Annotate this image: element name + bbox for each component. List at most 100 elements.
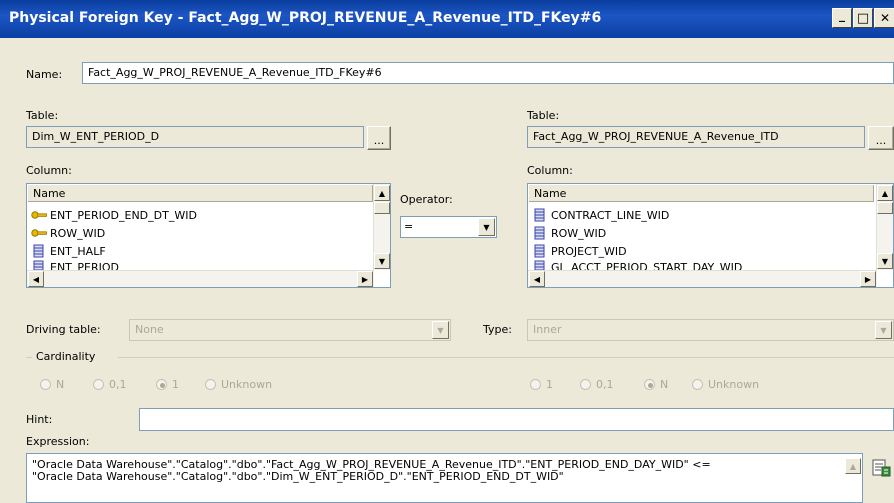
- hint-label: Hint:: [26, 413, 53, 426]
- driving-table-label: Driving table:: [26, 323, 101, 336]
- key-icon: [31, 226, 47, 240]
- key-icon: [31, 208, 47, 222]
- scroll-right-button[interactable]: ▶: [860, 271, 876, 287]
- close-button[interactable]: ✕: [874, 8, 894, 28]
- left-table-field: Dim_W_ENT_PERIOD_D: [26, 126, 364, 148]
- right-cardinality-1-radio: 1: [530, 378, 553, 391]
- name-input[interactable]: Fact_Agg_W_PROJ_REVENUE_A_Revenue_ITD_FK…: [82, 62, 894, 84]
- radio-selected-icon: [644, 379, 655, 390]
- chevron-down-icon[interactable]: ▼: [478, 218, 495, 236]
- close-icon: ✕: [879, 11, 891, 25]
- expression-builder-button[interactable]: [867, 453, 894, 480]
- scroll-up-button[interactable]: ▲: [374, 185, 390, 201]
- scroll-thumb[interactable]: [877, 202, 893, 214]
- operator-label: Operator:: [400, 193, 453, 206]
- left-horizontal-scrollbar[interactable]: ◀ ▶: [27, 270, 374, 287]
- left-browse-label: ...: [373, 133, 385, 147]
- right-header-name: Name: [534, 187, 567, 200]
- left-cardinality-01-radio: 0,1: [93, 378, 127, 391]
- list-item[interactable]: CONTRACT_LINE_WID: [532, 206, 669, 224]
- list-item-label: ENT_HALF: [50, 244, 106, 258]
- column-icon: [31, 244, 47, 258]
- scroll-right-button[interactable]: ▶: [357, 271, 373, 287]
- column-icon: [532, 226, 548, 240]
- left-list-header[interactable]: Name: [28, 185, 373, 202]
- cardinality-label: Cardinality: [36, 350, 96, 363]
- operator-select[interactable]: = ▼: [400, 216, 497, 238]
- expression-label: Expression:: [26, 435, 90, 448]
- scroll-left-button[interactable]: ◀: [529, 271, 545, 287]
- scroll-up-button[interactable]: ▲: [877, 185, 893, 201]
- right-horizontal-scrollbar[interactable]: ◀ ▶: [528, 270, 877, 287]
- hint-input[interactable]: [139, 408, 894, 431]
- radio-selected-icon: [156, 379, 167, 390]
- right-table-value: Fact_Agg_W_PROJ_REVENUE_A_Revenue_ITD: [533, 130, 779, 143]
- column-icon: [532, 244, 548, 258]
- list-item[interactable]: ROW_WID: [31, 224, 105, 242]
- minimize-button[interactable]: _: [832, 8, 852, 28]
- radio-icon: [692, 379, 703, 390]
- list-item-label: ROW_WID: [50, 226, 106, 240]
- right-browse-label: ...: [875, 133, 887, 147]
- left-column-list[interactable]: Name ENT_PERIOD_END_DT_WID ROW_WID ENT_H…: [26, 183, 391, 288]
- radio-icon: [530, 379, 541, 390]
- scroll-thumb[interactable]: [374, 202, 390, 214]
- radio-label: Unknown: [708, 378, 760, 391]
- scroll-left-button[interactable]: ◀: [28, 271, 44, 287]
- left-header-name: Name: [33, 187, 66, 200]
- scroll-down-button[interactable]: ▼: [374, 253, 390, 269]
- list-item-label: CONTRACT_LINE_WID: [551, 208, 670, 222]
- right-browse-button[interactable]: ...: [868, 126, 894, 150]
- radio-label: N: [660, 378, 669, 391]
- expression-builder-icon: [872, 459, 890, 476]
- list-item[interactable]: ENT_PERIOD_END_DT_WID: [31, 206, 197, 224]
- type-label: Type:: [483, 323, 512, 336]
- expression-line-2: "Oracle Data Warehouse"."Catalog"."dbo".…: [32, 470, 564, 483]
- right-list-header[interactable]: Name: [529, 185, 874, 202]
- maximize-icon: □: [856, 10, 870, 26]
- list-item[interactable]: PROJECT_WID: [532, 242, 627, 260]
- radio-label: N: [56, 378, 65, 391]
- radio-icon: [40, 379, 51, 390]
- list-item[interactable]: ROW_WID: [532, 224, 606, 242]
- scroll-down-button[interactable]: ▼: [877, 253, 893, 269]
- chevron-down-icon: ▼: [875, 321, 892, 339]
- radio-icon: [580, 379, 591, 390]
- right-cardinality-unknown-radio: Unknown: [692, 378, 759, 391]
- left-cardinality-1-radio: 1: [156, 378, 179, 391]
- left-table-label: Table:: [26, 109, 59, 122]
- right-table-label: Table:: [527, 109, 560, 122]
- name-label: Name:: [26, 68, 63, 81]
- left-cardinality-n-radio: N: [40, 378, 64, 391]
- radio-icon: [93, 379, 104, 390]
- radio-label: Unknown: [221, 378, 273, 391]
- cardinality-group-line: [26, 357, 32, 358]
- scroll-up-button[interactable]: ▲: [845, 458, 861, 474]
- radio-label: 0,1: [109, 378, 127, 391]
- right-vertical-scrollbar[interactable]: ▲ ▼: [876, 184, 893, 270]
- type-value: Inner: [533, 323, 562, 336]
- window-title: Physical Foreign Key - Fact_Agg_W_PROJ_R…: [9, 10, 602, 26]
- list-item-label: PROJECT_WID: [551, 244, 627, 258]
- radio-icon: [205, 379, 216, 390]
- left-vertical-scrollbar[interactable]: ▲ ▼: [373, 184, 390, 270]
- cardinality-group-line: [118, 357, 894, 358]
- right-cardinality-01-radio: 0,1: [580, 378, 614, 391]
- column-icon: [532, 208, 548, 222]
- expression-textarea[interactable]: "Oracle Data Warehouse"."Catalog"."dbo".…: [26, 453, 863, 503]
- left-browse-button[interactable]: ...: [367, 126, 391, 150]
- right-column-list[interactable]: Name CONTRACT_LINE_WID ROW_WID PROJECT_W…: [527, 183, 894, 288]
- radio-label: 1: [546, 378, 553, 391]
- expression-scrollbar[interactable]: ▲: [845, 454, 862, 502]
- type-select: Inner ▼: [527, 319, 894, 341]
- maximize-button[interactable]: □: [853, 8, 873, 28]
- driving-table-select: None ▼: [129, 319, 451, 341]
- list-item-label: ENT_PERIOD_END_DT_WID: [50, 208, 197, 222]
- title-bar[interactable]: Physical Foreign Key - Fact_Agg_W_PROJ_R…: [0, 0, 894, 38]
- name-value: Fact_Agg_W_PROJ_REVENUE_A_Revenue_ITD_FK…: [88, 66, 382, 79]
- minimize-icon: _: [839, 8, 845, 22]
- driving-table-value: None: [135, 323, 164, 336]
- radio-label: 1: [172, 378, 179, 391]
- left-cardinality-unknown-radio: Unknown: [205, 378, 272, 391]
- list-item[interactable]: ENT_HALF: [31, 242, 106, 260]
